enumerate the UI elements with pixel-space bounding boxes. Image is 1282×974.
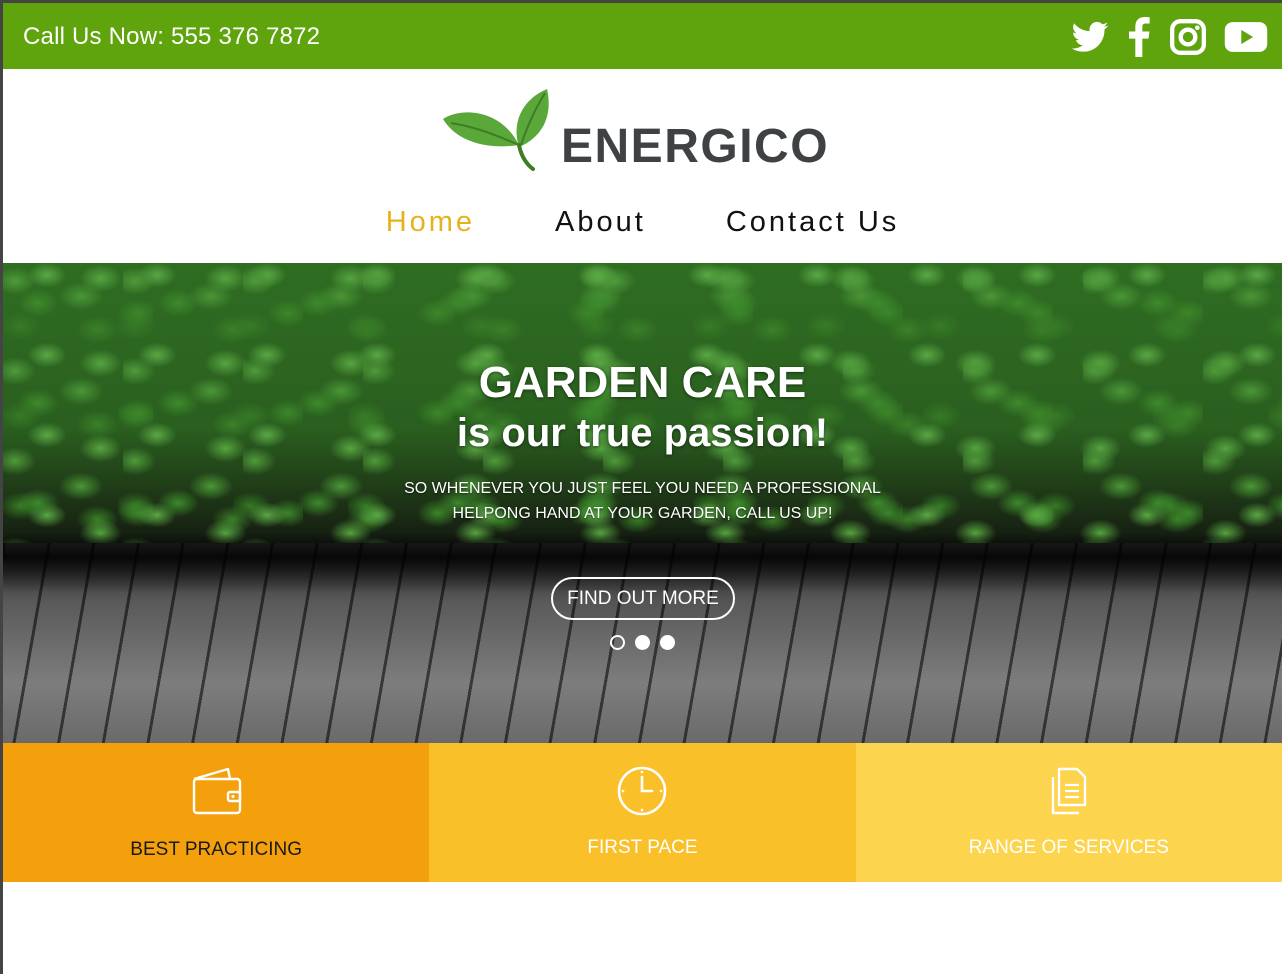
feature-label: FIRST PACE: [587, 837, 698, 858]
main-nav: Home About Contact Us: [3, 206, 1282, 239]
site-header: ENERGICO Home About Contact Us: [3, 69, 1282, 263]
nav-home[interactable]: Home: [386, 206, 475, 239]
youtube-icon[interactable]: [1224, 17, 1268, 57]
feature-best-practicing[interactable]: BEST PRACTICING: [3, 743, 430, 882]
social-links: [1070, 17, 1268, 57]
logo[interactable]: ENERGICO: [441, 87, 845, 177]
feature-label: BEST PRACTICING: [130, 839, 303, 860]
page: Call Us Now: 555 376 7872 ENERGICO Home …: [3, 3, 1282, 974]
feature-label: RANGE OF SERVICES: [968, 837, 1169, 858]
top-bar: Call Us Now: 555 376 7872: [3, 3, 1282, 69]
clock-icon: [614, 763, 670, 819]
hero-text-line-1: SO WHENEVER YOU JUST FEEL YOU NEED A PRO…: [404, 480, 881, 497]
facebook-icon[interactable]: [1126, 17, 1152, 57]
find-out-more-button[interactable]: FIND OUT MORE: [551, 577, 735, 620]
feature-range-of-services[interactable]: RANGE OF SERVICES: [855, 743, 1282, 882]
wallet-icon: [188, 763, 244, 819]
hero-text-line-2: HELPONG HAND AT YOUR GARDEN, CALL US UP!: [452, 505, 833, 522]
logo-text: ENERGICO: [561, 120, 830, 173]
instagram-icon[interactable]: [1168, 17, 1208, 57]
phone-number[interactable]: Call Us Now: 555 376 7872: [23, 23, 320, 51]
slider-dots: [610, 635, 675, 650]
hero-slider: GARDEN CARE is our true passion! SO WHEN…: [3, 263, 1282, 743]
hero-title: GARDEN CARE: [478, 358, 807, 407]
leaf-icon: [443, 89, 549, 171]
slider-dot-1[interactable]: [610, 635, 625, 650]
twitter-icon[interactable]: [1070, 17, 1110, 57]
hero-text: SO WHENEVER YOU JUST FEEL YOU NEED A PRO…: [3, 476, 1282, 526]
slider-dot-3[interactable]: [660, 635, 675, 650]
hero-subtitle: is our true passion!: [456, 411, 829, 455]
slider-dot-2[interactable]: [635, 635, 650, 650]
nav-contact-us[interactable]: Contact Us: [726, 206, 899, 239]
documents-icon: [1041, 763, 1097, 819]
feature-first-pace[interactable]: FIRST PACE: [429, 743, 856, 882]
nav-about[interactable]: About: [555, 206, 646, 239]
features-row: BEST PRACTICING FIRST PACE RANGE OF SERV…: [3, 743, 1282, 882]
